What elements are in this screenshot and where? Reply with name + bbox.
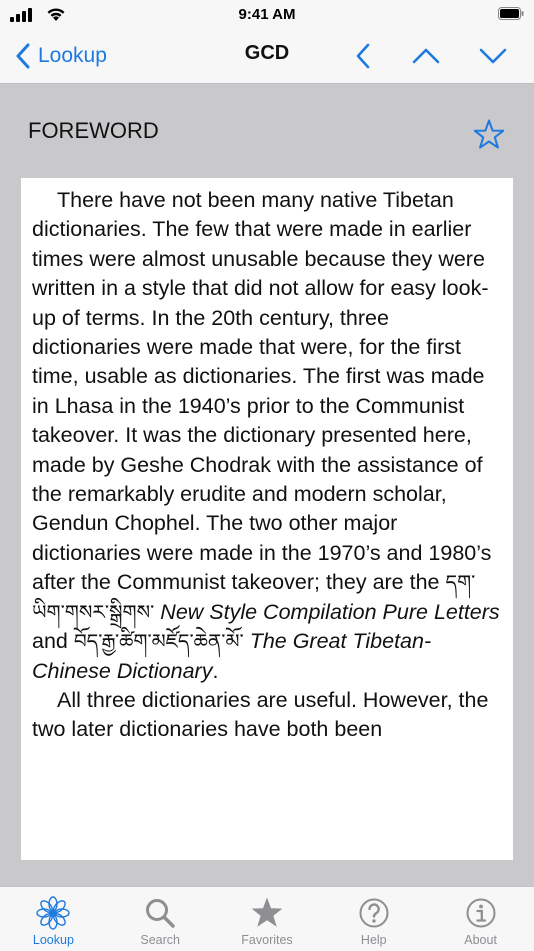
back-button-label: Lookup xyxy=(38,44,107,67)
previous-button[interactable] xyxy=(347,40,381,72)
foreword-text-panel[interactable]: There have not been many native Tibetan … xyxy=(21,178,513,860)
battery-icon xyxy=(498,7,524,20)
tab-about[interactable]: About xyxy=(427,887,534,951)
navigation-bar: Lookup GCD xyxy=(0,30,534,84)
tab-search[interactable]: Search xyxy=(107,887,214,951)
tab-lookup[interactable]: Lookup xyxy=(0,887,107,951)
paragraph-text: There have not been many native Tibetan … xyxy=(32,188,492,595)
chevron-left-icon xyxy=(16,43,30,69)
foreword-paragraph-2: All three dictionaries are useful. Howev… xyxy=(32,687,489,742)
search-icon xyxy=(146,899,175,928)
help-icon xyxy=(359,898,389,928)
status-bar: 9:41 AM xyxy=(0,0,534,30)
status-time: 9:41 AM xyxy=(238,6,296,23)
foreword-paragraph-1: There have not been many native Tibetan … xyxy=(32,186,503,686)
section-title: FOREWORD xyxy=(28,118,159,143)
tab-bar: Lookup Search Favorites Help About xyxy=(0,886,534,951)
english-title-1: New Style Compilation Pure Letters xyxy=(160,599,500,624)
sentence-end: . xyxy=(212,658,219,683)
lookup-flower-icon xyxy=(36,896,71,930)
back-button[interactable]: Lookup xyxy=(14,42,107,70)
star-icon xyxy=(251,897,283,927)
tab-label: Help xyxy=(360,933,387,947)
tab-label: About xyxy=(464,933,497,947)
tab-favorites[interactable]: Favorites xyxy=(214,887,321,951)
chevron-up-icon xyxy=(412,48,440,64)
foreword-text: There have not been many native Tibetan … xyxy=(21,178,513,745)
tab-label: Favorites xyxy=(241,933,293,947)
tibetan-title-2: བོད་རྒྱ་ཚིག་མཛོད་ཆེན་མོ་ xyxy=(73,629,244,654)
tab-label: Search xyxy=(140,933,180,947)
tab-help[interactable]: Help xyxy=(320,887,427,951)
info-icon xyxy=(466,898,496,928)
tab-label: Lookup xyxy=(32,933,74,947)
favorite-button[interactable] xyxy=(472,118,506,152)
scroll-down-button[interactable] xyxy=(476,40,510,72)
chevron-down-icon xyxy=(479,48,507,64)
content-header: FOREWORD xyxy=(0,84,534,178)
star-outline-icon xyxy=(473,119,505,149)
conjunction-text: and xyxy=(32,629,74,654)
chevron-left-icon xyxy=(356,43,370,69)
scroll-up-button[interactable] xyxy=(409,40,443,72)
